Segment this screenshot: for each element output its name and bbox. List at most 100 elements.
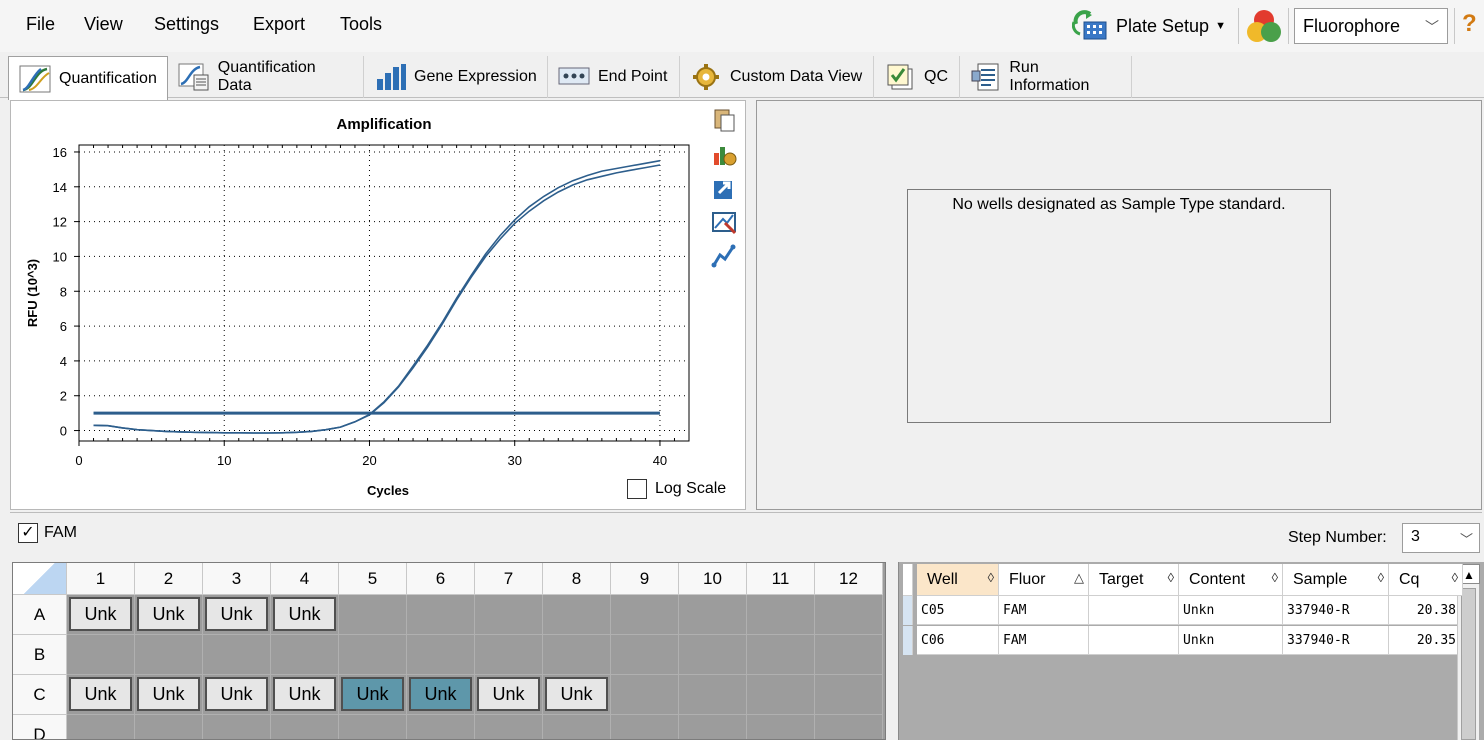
- plate-cell[interactable]: [611, 675, 679, 715]
- plate-well[interactable]: Unk: [205, 677, 268, 711]
- plate-cell[interactable]: [475, 635, 543, 675]
- column-header-content[interactable]: Content ◊: [1179, 564, 1283, 596]
- fam-checkbox[interactable]: ✓: [18, 523, 38, 543]
- plate-cell[interactable]: Unk: [339, 675, 407, 715]
- plate-column-header[interactable]: 5: [339, 563, 407, 595]
- plate-column-header[interactable]: 8: [543, 563, 611, 595]
- plate-column-header[interactable]: 1: [67, 563, 135, 595]
- chart-settings-icon[interactable]: [711, 141, 737, 167]
- tab-custom-data-view[interactable]: Custom Data View: [680, 56, 874, 98]
- plate-well[interactable]: Unk: [69, 597, 132, 631]
- plate-cell[interactable]: [407, 595, 475, 635]
- plate-well[interactable]: Unk: [409, 677, 472, 711]
- tab-qc[interactable]: QC: [874, 56, 960, 98]
- plate-column-header[interactable]: 2: [135, 563, 203, 595]
- plate-well[interactable]: Unk: [205, 597, 268, 631]
- plate-well[interactable]: Unk: [477, 677, 540, 711]
- plate-well[interactable]: Unk: [69, 677, 132, 711]
- tab-quantification-data[interactable]: Quantification Data: [168, 56, 364, 98]
- fluorophore-select[interactable]: Fluorophore ﹀: [1294, 8, 1448, 44]
- plate-cell[interactable]: [679, 715, 747, 739]
- plate-cell[interactable]: Unk: [271, 595, 339, 635]
- zoom-icon[interactable]: [711, 209, 737, 235]
- plate-cell[interactable]: Unk: [475, 675, 543, 715]
- plate-well[interactable]: Unk: [545, 677, 608, 711]
- plate-row-header[interactable]: D: [13, 715, 67, 739]
- tab-run-information[interactable]: Run Information: [960, 56, 1132, 98]
- plate-cell[interactable]: [679, 635, 747, 675]
- plate-column-header[interactable]: 4: [271, 563, 339, 595]
- plate-cell[interactable]: Unk: [67, 675, 135, 715]
- tab-gene-expression[interactable]: Gene Expression: [364, 56, 548, 98]
- menu-settings[interactable]: Settings: [154, 14, 219, 35]
- plate-cell[interactable]: [407, 635, 475, 675]
- plate-well[interactable]: Unk: [341, 677, 404, 711]
- plate-column-header[interactable]: 7: [475, 563, 543, 595]
- plate-column-header[interactable]: 3: [203, 563, 271, 595]
- plate-cell[interactable]: [67, 715, 135, 739]
- plate-well[interactable]: Unk: [137, 597, 200, 631]
- column-header-fluor[interactable]: Fluor △: [999, 564, 1089, 596]
- plate-cell[interactable]: [747, 675, 815, 715]
- export-icon[interactable]: [711, 175, 737, 201]
- plate-cell[interactable]: [815, 635, 883, 675]
- sort-icon[interactable]: ◊: [988, 570, 994, 585]
- plate-column-header[interactable]: 10: [679, 563, 747, 595]
- sort-icon[interactable]: ◊: [1272, 570, 1278, 585]
- plate-cell[interactable]: Unk: [135, 595, 203, 635]
- table-row[interactable]: C05 FAM Unkn 337940-R 20.38: [917, 596, 1463, 625]
- sort-icon[interactable]: △: [1074, 570, 1084, 586]
- plate-cell[interactable]: [815, 595, 883, 635]
- plate-cell[interactable]: [135, 635, 203, 675]
- plate-column-header[interactable]: 9: [611, 563, 679, 595]
- plate-setup-button[interactable]: Plate Setup ▼: [1072, 8, 1226, 44]
- sort-icon[interactable]: ◊: [1168, 570, 1174, 585]
- plate-cell[interactable]: [815, 715, 883, 739]
- plate-row-header[interactable]: B: [13, 635, 67, 675]
- plate-cell[interactable]: [543, 595, 611, 635]
- tab-quantification[interactable]: Quantification: [8, 56, 168, 100]
- menu-tools[interactable]: Tools: [340, 14, 382, 35]
- plate-cell[interactable]: [611, 595, 679, 635]
- plate-cell[interactable]: [543, 715, 611, 739]
- tab-end-point[interactable]: End Point: [548, 56, 680, 98]
- plate-cell[interactable]: [679, 595, 747, 635]
- plate-cell[interactable]: [67, 635, 135, 675]
- plate-select-all[interactable]: [13, 563, 67, 595]
- plate-cell[interactable]: [271, 635, 339, 675]
- plate-well[interactable]: Unk: [273, 677, 336, 711]
- plate-cell[interactable]: [543, 635, 611, 675]
- log-scale-checkbox[interactable]: [627, 479, 647, 499]
- plate-cell[interactable]: [407, 715, 475, 739]
- row-selector[interactable]: [903, 596, 913, 625]
- plate-cell[interactable]: [611, 715, 679, 739]
- log-scale-toggle[interactable]: Log Scale: [627, 479, 726, 499]
- plate-column-header[interactable]: 11: [747, 563, 815, 595]
- plate-cell[interactable]: Unk: [271, 675, 339, 715]
- plate-row-header[interactable]: A: [13, 595, 67, 635]
- column-header-sample[interactable]: Sample ◊: [1283, 564, 1389, 596]
- help-icon[interactable]: ?: [1462, 10, 1477, 38]
- plate-cell[interactable]: Unk: [203, 595, 271, 635]
- plate-cell[interactable]: [475, 715, 543, 739]
- fluorophore-colors-icon[interactable]: [1246, 8, 1282, 44]
- plate-column-header[interactable]: 6: [407, 563, 475, 595]
- plate-cell[interactable]: [135, 715, 203, 739]
- plate-cell[interactable]: [747, 635, 815, 675]
- trace-icon[interactable]: [711, 243, 737, 269]
- column-header-well[interactable]: Well ◊: [917, 564, 999, 596]
- plate-column-header[interactable]: 12: [815, 563, 883, 595]
- plate-cell[interactable]: [339, 715, 407, 739]
- menu-export[interactable]: Export: [253, 14, 305, 35]
- plate-cell[interactable]: [203, 715, 271, 739]
- plate-well[interactable]: Unk: [273, 597, 336, 631]
- plate-cell[interactable]: Unk: [135, 675, 203, 715]
- column-header-target[interactable]: Target ◊: [1089, 564, 1179, 596]
- sort-icon[interactable]: ◊: [1452, 570, 1458, 585]
- plate-cell[interactable]: [611, 635, 679, 675]
- sort-icon[interactable]: ◊: [1378, 570, 1384, 585]
- plate-cell[interactable]: Unk: [543, 675, 611, 715]
- table-row[interactable]: C06 FAM Unkn 337940-R 20.35: [917, 626, 1463, 655]
- copy-icon[interactable]: [711, 107, 737, 133]
- plate-cell[interactable]: Unk: [407, 675, 475, 715]
